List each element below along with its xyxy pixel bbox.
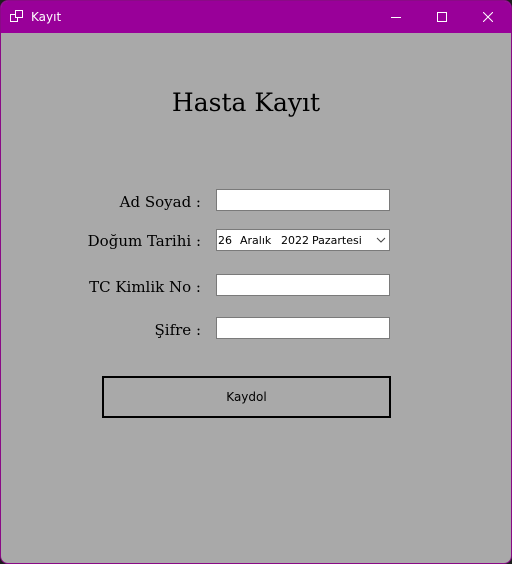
maximize-icon [437,12,447,22]
tc-label: TC Kimlik No : [89,278,201,296]
minimize-button[interactable] [373,1,419,33]
page-title: Hasta Kayıt [171,88,321,117]
app-windows-icon [10,10,24,24]
app-window: Kayıt Hasta Kayıt Ad Soyad : Doğum Tarih… [0,0,512,564]
birthdate-label: Doğum Tarihi : [87,232,201,250]
title-bar[interactable]: Kayıt [1,1,511,33]
birthdate-month[interactable]: Aralık [240,234,271,247]
birthdate-day[interactable]: 26 [218,234,232,247]
name-label: Ad Soyad : [119,193,201,211]
minimize-icon [391,17,401,18]
window-title: Kayıt [31,10,62,24]
birthdate-weekday: Pazartesi [312,234,362,247]
register-button-label: Kaydol [226,390,267,404]
birthdate-year[interactable]: 2022 [281,234,309,247]
chevron-down-icon[interactable] [375,234,387,249]
tc-input[interactable] [216,274,390,296]
password-input[interactable] [216,317,390,339]
close-button[interactable] [465,1,511,33]
maximize-button[interactable] [419,1,465,33]
close-icon [483,12,493,22]
name-input[interactable] [216,189,390,211]
register-button[interactable]: Kaydol [102,376,391,418]
password-label: Şifre : [154,321,202,339]
birthdate-picker[interactable]: 26 Aralık 2022 Pazartesi [216,229,390,251]
